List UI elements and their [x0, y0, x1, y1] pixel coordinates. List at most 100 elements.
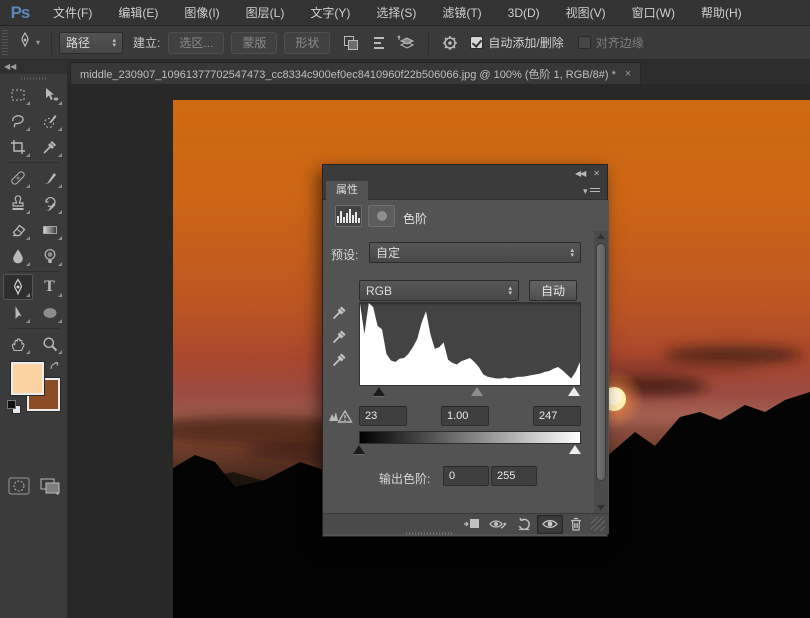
- white-point-eyedropper[interactable]: [331, 350, 349, 368]
- menu-3d[interactable]: 3D(D): [495, 0, 553, 26]
- crop-tool[interactable]: [3, 134, 33, 160]
- path-alignment-icon[interactable]: [368, 32, 390, 54]
- tab-close-icon[interactable]: ×: [625, 68, 631, 80]
- levels-adjustment-icon-button[interactable]: [335, 205, 362, 227]
- default-colors-icon[interactable]: [7, 400, 21, 414]
- zoom-tool[interactable]: [35, 331, 65, 357]
- blur-tool[interactable]: [3, 243, 33, 269]
- document-tab[interactable]: middle_230907_10961377702547473_cc8334c9…: [70, 62, 641, 84]
- highlight-input-field[interactable]: [533, 406, 581, 426]
- output-black-field[interactable]: [443, 466, 489, 486]
- black-point-eyedropper[interactable]: [331, 303, 349, 321]
- panel-resize-grip[interactable]: [591, 517, 605, 531]
- panel-menu-icon[interactable]: ▾: [583, 185, 601, 197]
- pen-tool-icon: [16, 31, 34, 54]
- tab-properties[interactable]: 属性: [326, 181, 368, 200]
- gradient-icon: [41, 221, 59, 239]
- eyedropper-icon: [41, 138, 59, 156]
- make-selection-button[interactable]: 选区...: [168, 32, 224, 54]
- collapse-panel-icon[interactable]: ◀◀: [575, 169, 585, 178]
- mask-button[interactable]: [368, 205, 395, 227]
- output-white-slider[interactable]: [569, 445, 581, 454]
- brush-tool[interactable]: [35, 165, 65, 191]
- scroll-up-icon[interactable]: [597, 234, 605, 239]
- collapse-panel-icon[interactable]: ◀◀: [0, 60, 67, 74]
- shadow-input-field[interactable]: [359, 406, 407, 426]
- foreground-color-swatch[interactable]: [11, 362, 44, 395]
- separator: [428, 31, 429, 55]
- history-brush-icon: [41, 195, 59, 213]
- path-operations-icon[interactable]: [340, 32, 362, 54]
- quick-selection-tool[interactable]: [35, 108, 65, 134]
- lasso-tool[interactable]: [3, 108, 33, 134]
- panel-bottom-bar: [323, 513, 609, 534]
- dodge-tool[interactable]: [35, 243, 65, 269]
- eyedropper-tool[interactable]: [35, 134, 65, 160]
- gray-point-eyedropper[interactable]: [331, 327, 349, 345]
- output-white-field[interactable]: [491, 466, 537, 486]
- levels-histogram[interactable]: [359, 302, 581, 386]
- menu-layer[interactable]: 图层(L): [233, 0, 298, 26]
- view-previous-state-button[interactable]: [485, 515, 511, 534]
- history-brush-tool[interactable]: [35, 191, 65, 217]
- magnifier-icon: [41, 335, 59, 353]
- scroll-down-icon[interactable]: [597, 505, 605, 510]
- marquee-icon: [9, 86, 27, 104]
- panel-scrollbar[interactable]: [594, 231, 608, 513]
- eraser-tool[interactable]: [3, 217, 33, 243]
- menu-file[interactable]: 文件(F): [40, 0, 105, 26]
- menu-edit[interactable]: 编辑(E): [105, 0, 171, 26]
- tool-mode-dropdown[interactable]: 路径 ▴▾: [59, 32, 123, 54]
- output-black-slider[interactable]: [353, 445, 365, 454]
- close-panel-icon[interactable]: ✕: [593, 169, 599, 178]
- menu-window[interactable]: 窗口(W): [619, 0, 688, 26]
- menu-select[interactable]: 选择(S): [363, 0, 429, 26]
- make-mask-button[interactable]: 蒙版: [231, 32, 277, 54]
- menu-filter[interactable]: 滤镜(T): [429, 0, 494, 26]
- align-edges-label: 对齐边缘: [596, 34, 644, 51]
- auto-add-delete-option[interactable]: 自动添加/删除: [470, 34, 563, 51]
- shape-tool[interactable]: [35, 300, 65, 326]
- lasso-icon: [9, 112, 27, 130]
- align-edges-option[interactable]: 对齐边缘: [578, 34, 644, 51]
- hand-tool[interactable]: [3, 331, 33, 357]
- reset-button[interactable]: [511, 515, 537, 534]
- gradient-tool[interactable]: [35, 217, 65, 243]
- toggle-visibility-button[interactable]: [537, 515, 563, 534]
- swap-colors-icon[interactable]: [47, 360, 63, 379]
- histogram-warning-icon[interactable]: [328, 408, 354, 425]
- clip-to-layer-button[interactable]: [459, 515, 485, 534]
- clone-stamp-tool[interactable]: [3, 191, 33, 217]
- scrollbar-thumb[interactable]: [596, 243, 606, 481]
- options-bar-grip[interactable]: [2, 30, 8, 56]
- menu-image[interactable]: 图像(I): [171, 0, 232, 26]
- checkbox-checked-icon[interactable]: [470, 36, 483, 49]
- screen-mode-button[interactable]: [38, 476, 62, 496]
- type-tool[interactable]: T: [35, 274, 65, 300]
- move-tool[interactable]: [35, 82, 65, 108]
- preset-dropdown[interactable]: 自定 ▴▾: [369, 242, 581, 263]
- toolbar-grip[interactable]: [0, 74, 67, 82]
- pen-tool-selected[interactable]: [3, 274, 33, 300]
- shadow-input-slider[interactable]: [373, 387, 385, 396]
- midtone-input-slider[interactable]: [471, 387, 483, 396]
- path-arrangement-icon[interactable]: [396, 32, 418, 54]
- quick-mask-button[interactable]: [7, 476, 31, 496]
- highlight-input-slider[interactable]: [568, 387, 580, 396]
- menu-type[interactable]: 文字(Y): [297, 0, 363, 26]
- menu-view[interactable]: 视图(V): [553, 0, 619, 26]
- checkbox-unchecked-icon[interactable]: [578, 36, 591, 49]
- tool-preset-picker[interactable]: ▾: [12, 31, 44, 54]
- gear-icon[interactable]: [439, 32, 461, 54]
- chevron-down-icon: ▾: [36, 38, 40, 47]
- spot-healing-tool[interactable]: [3, 165, 33, 191]
- delete-adjustment-button[interactable]: [563, 515, 589, 534]
- midtone-input-field[interactable]: [441, 406, 489, 426]
- menu-help[interactable]: 帮助(H): [688, 0, 755, 26]
- channel-dropdown[interactable]: RGB ▴▾: [359, 280, 519, 301]
- make-shape-button[interactable]: 形状: [284, 32, 330, 54]
- panel-drag-dots[interactable]: [406, 532, 454, 535]
- auto-button[interactable]: 自动: [529, 280, 577, 301]
- marquee-tool[interactable]: [3, 82, 33, 108]
- path-selection-tool[interactable]: [3, 300, 33, 326]
